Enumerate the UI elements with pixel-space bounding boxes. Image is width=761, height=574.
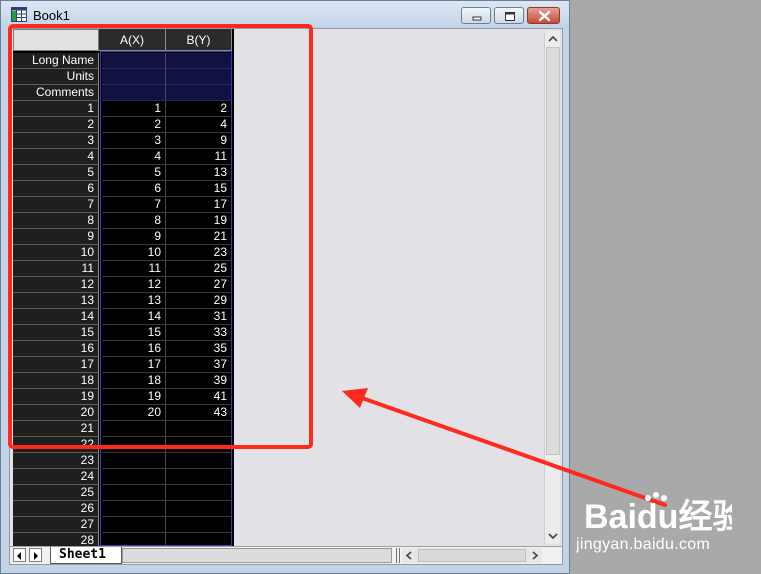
screen: Book1 A(X) B(Y) Long Name Units Comments 1 1…: [0, 0, 761, 574]
baidu-watermark: Baidu经验 jingyan.baidu.com: [576, 490, 756, 560]
baidu-jingyan-logo: Baidu经验: [584, 492, 732, 536]
svg-text:Baidu经验: Baidu经验: [584, 497, 732, 536]
watermark-url: jingyan.baidu.com: [576, 536, 711, 553]
annotation-arrow: [342, 388, 667, 507]
